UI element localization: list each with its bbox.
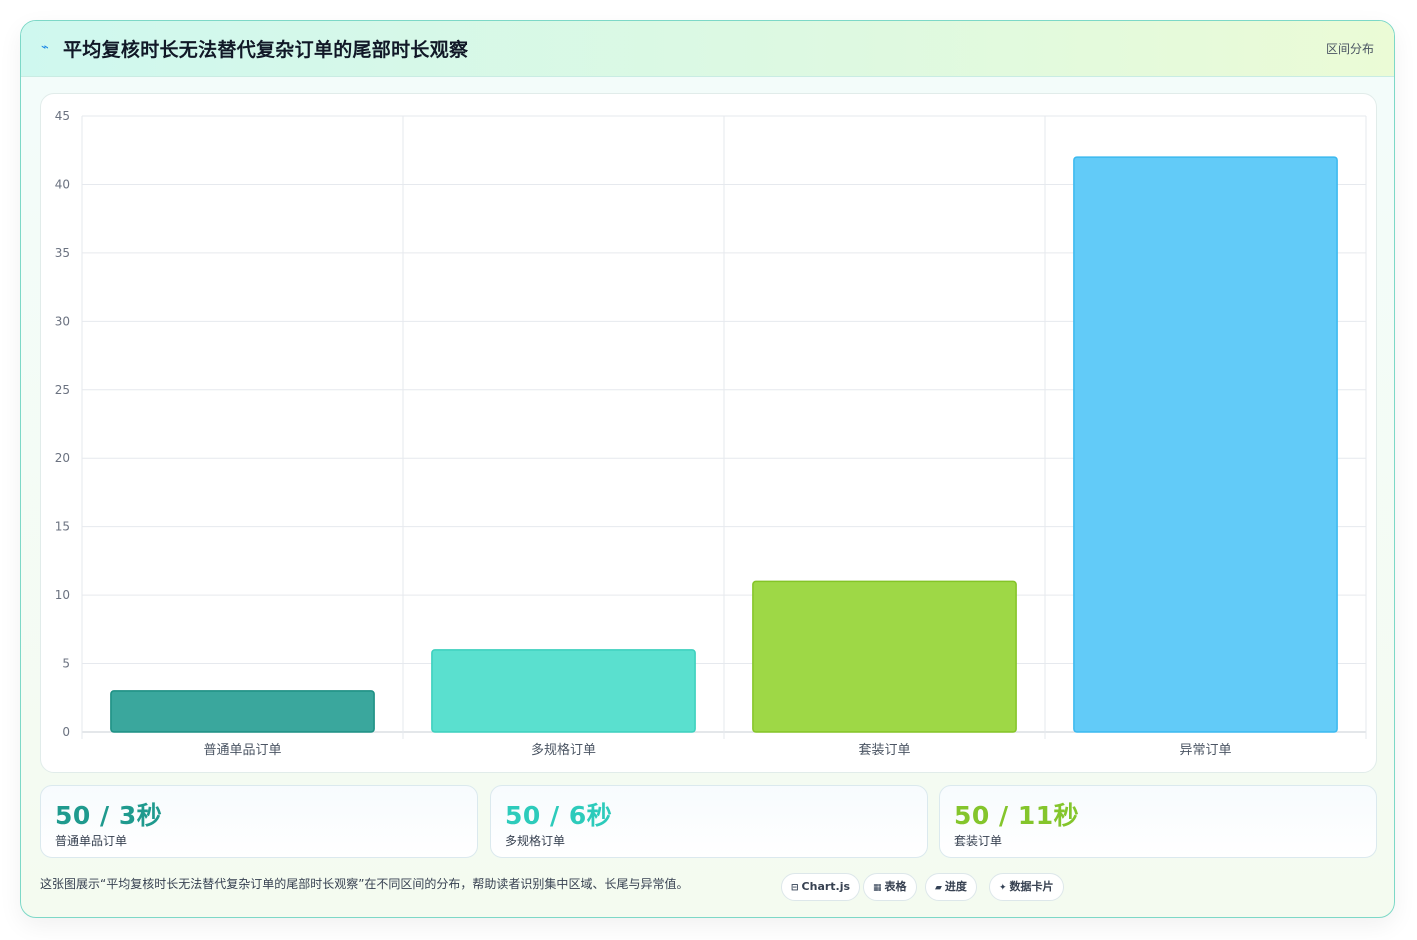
bar (752, 580, 1017, 733)
stat-cards: 50 / 3秒 普通单品订单 50 / 6秒 多规格订单 50 / 11秒 套装… (40, 785, 1377, 858)
chart-description: 这张图展示“平均复核时长无法替代复杂订单的尾部时长观察”在不同区间的分布，帮助读… (40, 877, 689, 891)
y-tick-label: 45 (55, 109, 70, 123)
y-tick-label: 15 (55, 520, 70, 534)
pill-chartjs[interactable]: ⊟ Chart.js (781, 873, 861, 901)
bar (1073, 156, 1338, 733)
pill-data-card[interactable]: ✦ 数据卡片 (989, 873, 1064, 901)
x-tick-label: 多规格订单 (531, 742, 596, 758)
stat-value: 50 / 11秒 (954, 801, 1080, 830)
stat-card: 50 / 6秒 多规格订单 (490, 785, 928, 858)
pill-table[interactable]: ▦ 表格 (863, 873, 917, 901)
table-icon: ▦ (873, 883, 882, 893)
sparkle-icon: ✦ (999, 883, 1007, 893)
card-header: ⌁ 平均复核时长无法替代复杂订单的尾部时长观察 区间分布 (21, 21, 1394, 77)
header-tag: 区间分布 (1325, 42, 1374, 56)
stat-card: 50 / 3秒 普通单品订单 (40, 785, 478, 858)
y-tick-label: 5 (62, 657, 70, 671)
stat-value: 50 / 3秒 (55, 801, 163, 830)
chart-card: ⌁ 平均复核时长无法替代复杂订单的尾部时长观察 区间分布 0 5 10 15 20 25 3… (20, 20, 1395, 918)
y-tick-label: 10 (55, 588, 70, 602)
page-title: 平均复核时长无法替代复杂订单的尾部时长观察 (63, 39, 469, 61)
pill-label: 进度 (944, 880, 967, 893)
y-tick-label: 35 (55, 246, 70, 260)
pill-progress[interactable]: ▰ 进度 (925, 873, 977, 901)
y-tick-label: 20 (55, 451, 70, 465)
stat-label: 普通单品订单 (55, 834, 128, 848)
y-tick-label: 40 (55, 177, 70, 191)
y-tick-label: 0 (62, 725, 70, 739)
stat-value: 50 / 6秒 (505, 801, 613, 830)
x-tick-label: 异常订单 (1179, 743, 1231, 758)
bar (431, 649, 696, 733)
pill-label: 表格 (884, 880, 907, 893)
x-tick-label: 套装订单 (858, 742, 910, 758)
y-tick-label: 30 (55, 314, 70, 328)
pill-label: Chart.js (801, 880, 851, 893)
progress-icon: ▰ (935, 883, 942, 893)
stat-card: 50 / 11秒 套装订单 (939, 785, 1377, 858)
stat-label: 套装订单 (954, 834, 1003, 848)
pulse-icon: ⌁ (41, 40, 49, 55)
bar-chart: 0 5 10 15 20 25 30 35 40 45 普通单品订单 多规格订单 套装订单 异常订单 (55, 109, 1367, 758)
x-tick-label: 普通单品订单 (203, 743, 281, 758)
stat-label: 多规格订单 (505, 834, 566, 848)
bar (110, 690, 375, 733)
y-tick-label: 25 (55, 383, 70, 397)
chart-icon: ⊟ (791, 883, 799, 893)
chart-panel: 0 5 10 15 20 25 30 35 40 45 普通单品订单 多规格订单 套装订单 异常订单 (40, 93, 1377, 773)
pill-label: 数据卡片 (1009, 880, 1054, 893)
